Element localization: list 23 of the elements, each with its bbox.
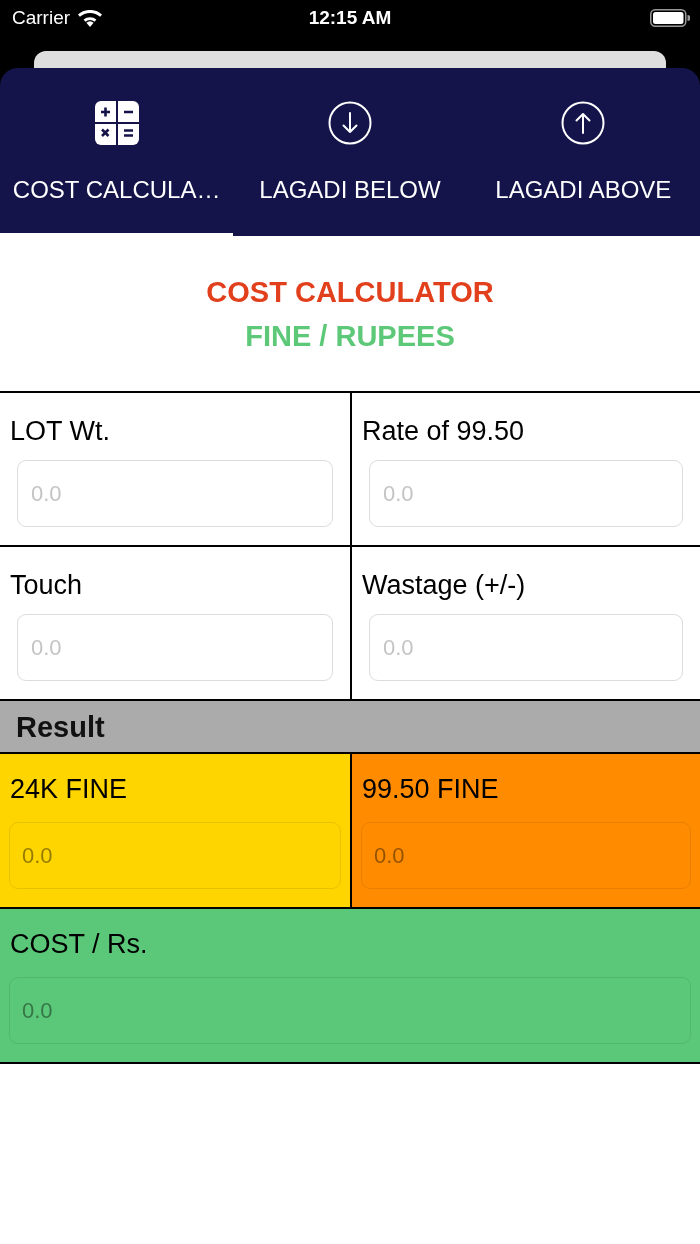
- battery-icon: [650, 9, 690, 27]
- input-field[interactable]: 0.0: [17, 614, 333, 681]
- wifi-icon: [78, 9, 103, 27]
- field-label: Wastage (+/-): [362, 570, 526, 600]
- calculator-title: COST CALCULATOR: [206, 275, 494, 310]
- calculator-subtitle: FINE / RUPEES: [245, 319, 455, 354]
- tab[interactable]: LAGADI ABOVE: [466, 68, 700, 236]
- field-label: COST / Rs.: [10, 929, 148, 959]
- field-label: LOT Wt.: [10, 416, 110, 446]
- result-title: Result: [16, 709, 105, 744]
- up-arrow-circle-icon: [561, 101, 606, 145]
- field-label: 24K FINE: [10, 774, 128, 804]
- field-label: Touch: [10, 570, 83, 600]
- down-arrow-circle-icon: [328, 101, 372, 145]
- tab[interactable]: LAGADI BELOW: [233, 68, 467, 236]
- input-field[interactable]: 0.0: [369, 614, 683, 681]
- input-field[interactable]: 0.0: [17, 460, 333, 527]
- carrier-label: Carrier: [12, 7, 71, 29]
- status-time: 12:15 AM: [308, 7, 392, 29]
- calculator-icon: [94, 101, 139, 145]
- field-label: 99.50 FINE: [362, 774, 499, 804]
- field-label: Rate of 99.50: [362, 416, 525, 446]
- input-field[interactable]: 0.0: [369, 460, 683, 527]
